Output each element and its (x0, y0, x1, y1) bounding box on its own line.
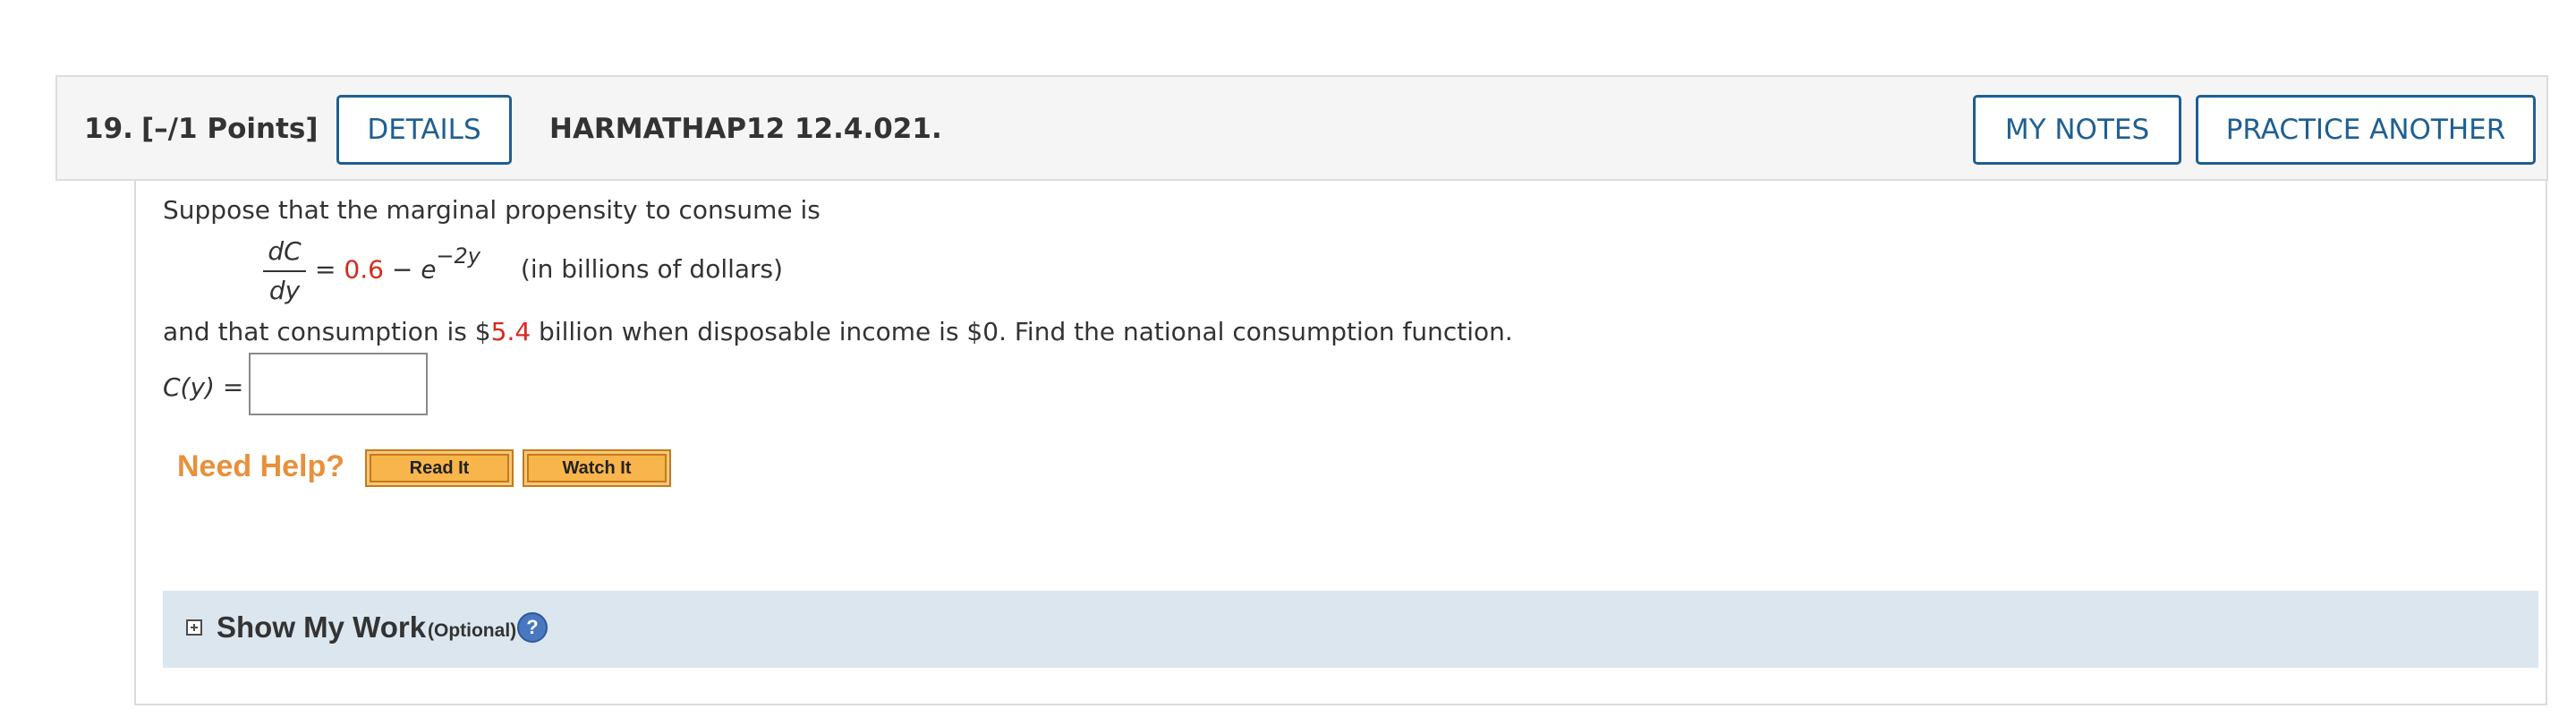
sentence-part1: and that consumption is $ (163, 317, 491, 346)
answer-input[interactable] (249, 353, 428, 415)
fraction-denominator: dy (268, 276, 301, 305)
answer-label: C(y) = (163, 372, 244, 402)
equation-rhs: = 0.6 − e−2y (in billions of dollars) (315, 243, 784, 285)
watch-it-label: Watch It (527, 454, 667, 482)
practice-another-button[interactable]: PRACTICE ANOTHER (2196, 95, 2536, 165)
minus-sign: − (391, 254, 413, 285)
fraction-bar (263, 270, 306, 272)
equation-units: (in billions of dollars) (520, 254, 784, 285)
read-it-label: Read It (370, 454, 509, 482)
need-help-label: Need Help? (177, 449, 345, 483)
details-button[interactable]: DETAILS (336, 95, 512, 165)
fraction-numerator: dC (268, 236, 302, 266)
sentence-value: 5.4 (490, 317, 531, 346)
equals-sign: = (315, 254, 336, 285)
question-number: 19. (84, 113, 133, 145)
sentence-part2: billion when disposable income is $0. Fi… (531, 317, 1513, 346)
show-my-work-label[interactable]: Show My Work (217, 610, 426, 644)
question-mark-icon[interactable]: ? (517, 612, 548, 643)
question-code: HARMATHAP12 12.4.021. (549, 113, 942, 145)
show-my-work-panel[interactable]: Show My Work (Optional) ? (163, 591, 2538, 668)
show-my-work-optional: (Optional) (428, 620, 517, 641)
question-header: 19. [–/1 Points] DETAILS HARMATHAP12 12.… (55, 75, 2548, 181)
derivative-fraction: dC dy (263, 236, 306, 306)
exp-base: e (421, 254, 437, 285)
read-it-button[interactable]: Read It (365, 449, 514, 487)
question-points: [–/1 Points] (141, 113, 319, 145)
exp-exponent: −2y (436, 243, 481, 269)
my-notes-button[interactable]: MY NOTES (1973, 95, 2181, 165)
expand-icon[interactable] (186, 619, 202, 636)
watch-it-button[interactable]: Watch It (523, 449, 671, 487)
equation-value: 0.6 (344, 254, 384, 285)
question-body: Suppose that the marginal propensity to … (134, 181, 2547, 705)
problem-intro: Suppose that the marginal propensity to … (163, 195, 820, 225)
problem-sentence: and that consumption is $5.4 billion whe… (163, 317, 1513, 346)
